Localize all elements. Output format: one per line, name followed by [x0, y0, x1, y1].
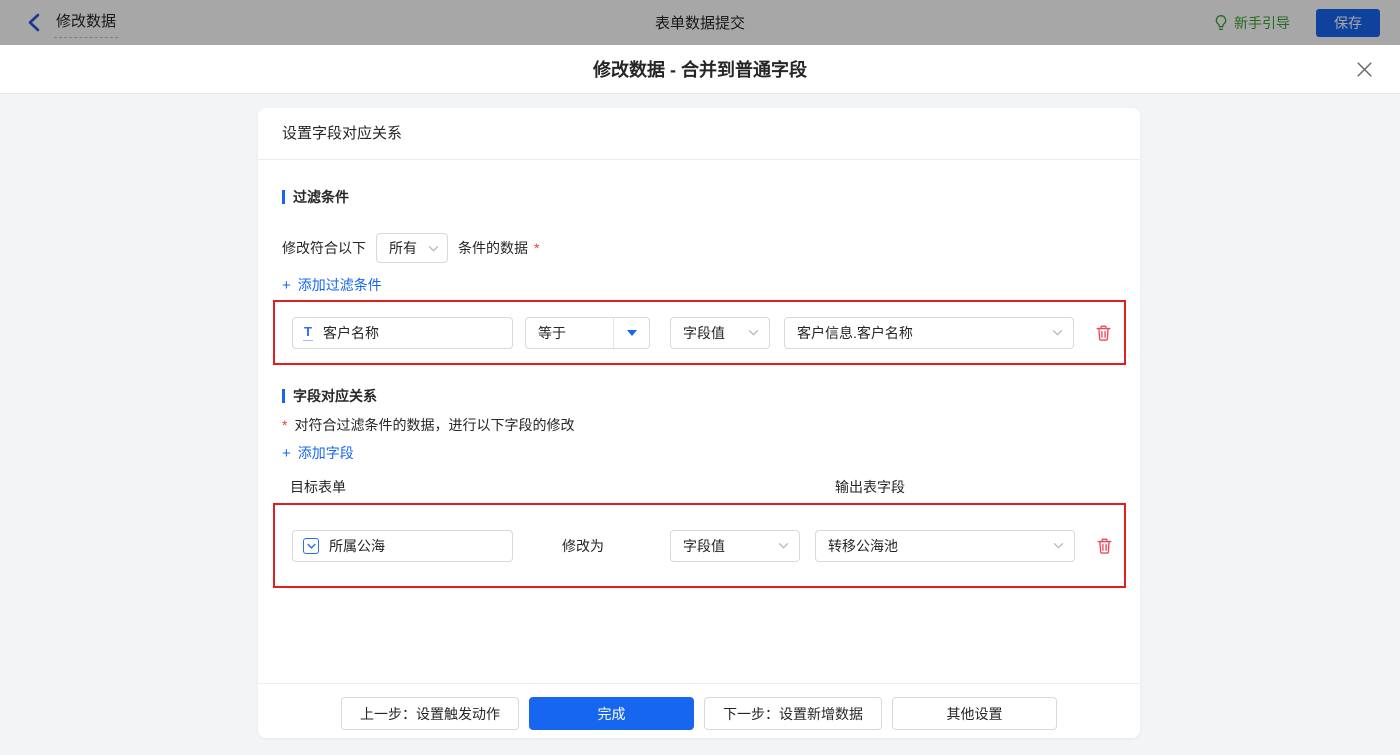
footer-divider	[258, 683, 1140, 684]
back-icon	[28, 13, 40, 32]
target-field-name: 所属公海	[329, 537, 385, 554]
mapping-value-type-value: 字段值	[683, 537, 725, 554]
mapping-section-title: 字段对应关系	[282, 386, 377, 406]
target-field-input[interactable]: 所属公海	[292, 529, 513, 562]
operator-dropdown-button[interactable]	[613, 317, 649, 348]
add-field-label: 添加字段	[297, 445, 354, 461]
settings-panel: 设置字段对应关系 过滤条件 修改符合以下 所有 条件的数据 * + 添加过滤条件	[258, 108, 1140, 738]
delete-mapping-button[interactable]	[1094, 536, 1114, 556]
chevron-down-icon	[778, 542, 789, 549]
add-field-link[interactable]: + 添加字段	[282, 443, 354, 463]
chevron-down-icon	[1053, 542, 1064, 549]
lightbulb-icon	[1215, 14, 1227, 30]
save-button[interactable]: 保存	[1316, 8, 1380, 37]
trash-icon	[1096, 538, 1112, 554]
filter-section-title: 过滤条件	[282, 187, 349, 207]
required-asterisk: *	[282, 417, 288, 433]
operator-value: 等于	[538, 324, 566, 341]
caret-down-icon	[626, 329, 637, 336]
trash-icon	[1095, 325, 1111, 341]
value-type-select[interactable]: 字段值	[670, 316, 770, 349]
filter-field-input[interactable]: T 客户名称	[292, 316, 513, 349]
beginner-guide-link[interactable]: 新手引导	[1213, 13, 1290, 33]
value-field-value: 客户信息.客户名称	[797, 324, 913, 341]
mapping-value-field-value: 转移公海池	[828, 537, 898, 554]
modify-to-label: 修改为	[562, 537, 604, 554]
operator-select[interactable]: 等于	[525, 316, 650, 349]
delete-condition-button[interactable]	[1093, 323, 1113, 343]
mapping-description: 对符合过滤条件的数据，进行以下字段的修改	[294, 417, 575, 433]
plus-icon: +	[282, 444, 291, 462]
filter-condition-highlight-box: T 客户名称 等于 字段值 客户信息.客户名称	[273, 300, 1126, 365]
done-button[interactable]: 完成	[529, 697, 694, 730]
close-button[interactable]	[1354, 59, 1374, 79]
dialog-body: 设置字段对应关系 过滤条件 修改符合以下 所有 条件的数据 * + 添加过滤条件	[0, 94, 1400, 755]
plus-icon: +	[282, 276, 291, 294]
section-accent-bar	[282, 389, 285, 403]
text-field-icon: T	[303, 323, 313, 341]
chevron-down-icon	[428, 245, 439, 252]
mapping-description-row: * 对符合过滤条件的数据，进行以下字段的修改	[282, 415, 574, 435]
back-title[interactable]: 修改数据	[54, 8, 119, 38]
mapping-value-field-select[interactable]: 转移公海池	[815, 529, 1075, 562]
chevron-down-icon	[748, 329, 759, 336]
dialog-title: 修改数据 - 合并到普通字段	[593, 60, 807, 80]
beginner-guide-label: 新手引导	[1234, 14, 1290, 31]
add-filter-condition-label: 添加过滤条件	[297, 277, 382, 293]
topbar: 修改数据 表单数据提交 新手引导 保存	[0, 0, 1400, 45]
section-accent-bar	[282, 190, 285, 204]
mapping-value-type-select[interactable]: 字段值	[670, 529, 800, 562]
panel-title: 设置字段对应关系	[258, 108, 1140, 160]
field-mapping-highlight-box: 所属公海 修改为 字段值 转移公海池	[273, 503, 1126, 588]
footer-button-row: 上一步：设置触发动作 完成 下一步：设置新增数据 其他设置	[258, 697, 1140, 730]
prev-step-button[interactable]: 上一步：设置触发动作	[341, 697, 519, 730]
add-filter-condition-link[interactable]: + 添加过滤条件	[282, 275, 382, 295]
match-mode-select[interactable]: 所有	[376, 233, 448, 263]
value-field-select[interactable]: 客户信息.客户名称	[784, 316, 1074, 349]
match-mode-value: 所有	[389, 240, 417, 256]
match-prefix-label: 修改符合以下	[282, 240, 366, 256]
dialog-header: 修改数据 - 合并到普通字段	[0, 45, 1400, 94]
output-field-column-label: 输出表字段	[835, 479, 905, 495]
other-settings-button[interactable]: 其他设置	[892, 697, 1057, 730]
close-icon	[1356, 61, 1372, 77]
target-form-column-label: 目标表单	[290, 479, 346, 495]
topbar-title: 表单数据提交	[654, 15, 746, 32]
next-step-button[interactable]: 下一步：设置新增数据	[704, 697, 882, 730]
chevron-down-icon	[1052, 329, 1063, 336]
select-field-icon	[303, 537, 319, 554]
required-asterisk: *	[534, 240, 540, 256]
filter-field-name: 客户名称	[322, 324, 379, 341]
back-button[interactable]	[28, 13, 40, 32]
value-type-value: 字段值	[683, 324, 725, 341]
match-suffix-label: 条件的数据	[458, 240, 528, 256]
match-condition-row: 修改符合以下 所有 条件的数据 *	[282, 232, 539, 264]
